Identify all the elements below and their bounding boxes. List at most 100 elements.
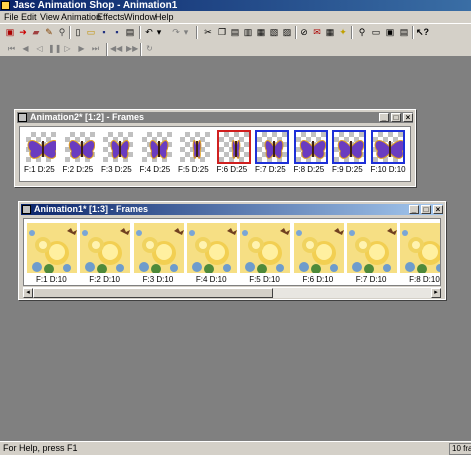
rose-thumbnail[interactable]: [399, 222, 440, 274]
frame-2[interactable]: F:2 D:25: [62, 130, 97, 176]
insert-frame-icon[interactable]: ⊘: [298, 27, 310, 38]
butterfly-thumbnail[interactable]: [332, 130, 366, 164]
animation-properties-icon[interactable]: ▭: [370, 27, 382, 38]
maximize-button[interactable]: □: [391, 113, 401, 122]
frame-5[interactable]: F:5 D:10: [239, 222, 292, 285]
save-icon[interactable]: ▪: [98, 27, 110, 38]
step-forward-icon[interactable]: ▶▶: [126, 43, 138, 54]
image-effects-icon[interactable]: ▣: [384, 27, 396, 38]
scroll-right-icon[interactable]: ▸: [431, 288, 441, 298]
help-icon[interactable]: ▦: [324, 27, 336, 38]
loop-icon[interactable]: ↻: [144, 43, 155, 54]
app-title-bar[interactable]: Jasc Animation Shop - Animation1: [0, 0, 471, 11]
open-icon[interactable]: ▭: [85, 27, 97, 38]
frame-1[interactable]: F:1 D:10: [26, 222, 78, 285]
menu-help[interactable]: Help: [155, 11, 174, 23]
frame-7[interactable]: F:7 D:25: [255, 130, 289, 176]
frame-5[interactable]: F:5 D:25: [178, 130, 212, 176]
paste-after-icon[interactable]: ▦: [255, 27, 267, 38]
redo-icon[interactable]: ↷: [170, 27, 182, 38]
paintbrush-icon[interactable]: ✎: [43, 27, 55, 38]
frame-3[interactable]: F:3 D:10: [132, 222, 185, 285]
minimize-button[interactable]: _: [379, 113, 389, 122]
butterfly-thumbnail[interactable]: [24, 130, 58, 164]
frame-9[interactable]: F:9 D:25: [332, 130, 366, 176]
frame-6[interactable]: F:6 D:10: [292, 222, 345, 285]
minimize-button[interactable]: _: [409, 205, 419, 214]
animation2-title-bar[interactable]: Animation2* [1:2] - Frames _ □ ×: [17, 112, 413, 123]
maximize-button[interactable]: □: [421, 205, 431, 214]
play-back-icon[interactable]: ◁: [34, 43, 45, 54]
close-button[interactable]: ×: [403, 113, 413, 122]
zoom-icon[interactable]: ✦: [337, 27, 349, 38]
butterfly-thumbnail[interactable]: [62, 130, 97, 164]
delete-icon[interactable]: ▨: [281, 27, 293, 38]
eraser-icon[interactable]: ▰: [30, 27, 42, 38]
document-icon[interactable]: [22, 205, 31, 214]
scrollbar-thumb[interactable]: [33, 288, 273, 298]
undo-dropdown-icon[interactable]: ▾: [155, 27, 163, 38]
butterfly-thumbnail[interactable]: [255, 130, 289, 164]
menu-window[interactable]: Window: [124, 11, 156, 23]
menu-file[interactable]: File: [4, 11, 19, 23]
menu-view[interactable]: View: [40, 11, 59, 23]
first-frame-icon[interactable]: ⏮: [6, 43, 17, 54]
rose-thumbnail[interactable]: [239, 222, 292, 274]
frame-6[interactable]: F:6 D:25: [216, 130, 251, 176]
rose-thumbnail[interactable]: [26, 222, 78, 274]
frame-8[interactable]: F:8 D:25: [293, 130, 328, 176]
butterfly-thumbnail[interactable]: [139, 130, 174, 164]
view-animation-icon[interactable]: ✉: [311, 27, 323, 38]
copy-icon[interactable]: ❐: [216, 27, 228, 38]
rose-thumbnail[interactable]: [185, 222, 238, 274]
paste-icon[interactable]: ▤: [229, 27, 241, 38]
new-icon[interactable]: ▯: [72, 27, 84, 38]
undo-icon[interactable]: ↶: [143, 27, 155, 38]
animation2-window[interactable]: Animation2* [1:2] - Frames _ □ × F:1 D:2…: [14, 109, 416, 187]
butterfly-thumbnail[interactable]: [370, 130, 405, 164]
frame-4[interactable]: F:4 D:10: [185, 222, 238, 285]
animation1-window[interactable]: Animation1* [1:3] - Frames _ □ × F:1 D:1…: [18, 201, 446, 300]
paste-before-icon[interactable]: ▥: [242, 27, 254, 38]
butterfly-thumbnail[interactable]: [293, 130, 328, 164]
frame-properties-icon[interactable]: ⚲: [356, 27, 368, 38]
pause-icon[interactable]: ❚❚: [48, 43, 61, 54]
print-icon[interactable]: ▤: [124, 27, 136, 38]
crop-icon[interactable]: ▣: [4, 27, 16, 38]
frame-1[interactable]: F:1 D:25: [24, 130, 58, 176]
previous-frame-icon[interactable]: ◀: [20, 43, 31, 54]
save-as-icon[interactable]: ▪: [111, 27, 123, 38]
butterfly-thumbnail[interactable]: [216, 130, 251, 164]
frame-3[interactable]: F:3 D:25: [101, 130, 135, 176]
eyedropper-icon[interactable]: ⚲: [56, 27, 68, 38]
rose-thumbnail[interactable]: [132, 222, 185, 274]
document-icon[interactable]: [18, 113, 27, 122]
scroll-left-icon[interactable]: ◂: [23, 288, 33, 298]
paste-into-icon[interactable]: ▧: [268, 27, 280, 38]
frame-8[interactable]: F:8 D:10: [399, 222, 440, 285]
last-frame-icon[interactable]: ⏭: [90, 43, 101, 54]
play-icon[interactable]: ▷: [62, 43, 73, 54]
rose-thumbnail[interactable]: [292, 222, 345, 274]
frame-4[interactable]: F:4 D:25: [139, 130, 174, 176]
rose-thumbnail[interactable]: [79, 222, 132, 274]
arrow-icon[interactable]: ➜: [17, 27, 29, 38]
rose-thumbnail[interactable]: [345, 222, 398, 274]
menu-animation[interactable]: Animation: [61, 11, 101, 23]
context-help-icon[interactable]: ▤: [398, 27, 410, 38]
frame-7[interactable]: F:7 D:10: [345, 222, 398, 285]
redo-dropdown-icon[interactable]: ▾: [182, 27, 190, 38]
step-back-icon[interactable]: ◀◀: [110, 43, 122, 54]
next-frame-icon[interactable]: ▶: [76, 43, 87, 54]
menu-effects[interactable]: Effects: [97, 11, 124, 23]
whats-this-help-icon[interactable]: ↖?: [416, 27, 429, 38]
frame-10[interactable]: F:10 D:10: [370, 130, 406, 176]
animation1-horizontal-scrollbar[interactable]: ◂ ▸: [23, 287, 441, 298]
butterfly-thumbnail[interactable]: [101, 130, 135, 164]
animation1-title-bar[interactable]: Animation1* [1:3] - Frames _ □ ×: [21, 204, 443, 215]
menu-edit[interactable]: Edit: [21, 11, 37, 23]
app-icon[interactable]: [1, 1, 10, 10]
cut-icon[interactable]: ✂: [202, 27, 214, 38]
close-button[interactable]: ×: [433, 205, 443, 214]
frame-2[interactable]: F:2 D:10: [79, 222, 132, 285]
